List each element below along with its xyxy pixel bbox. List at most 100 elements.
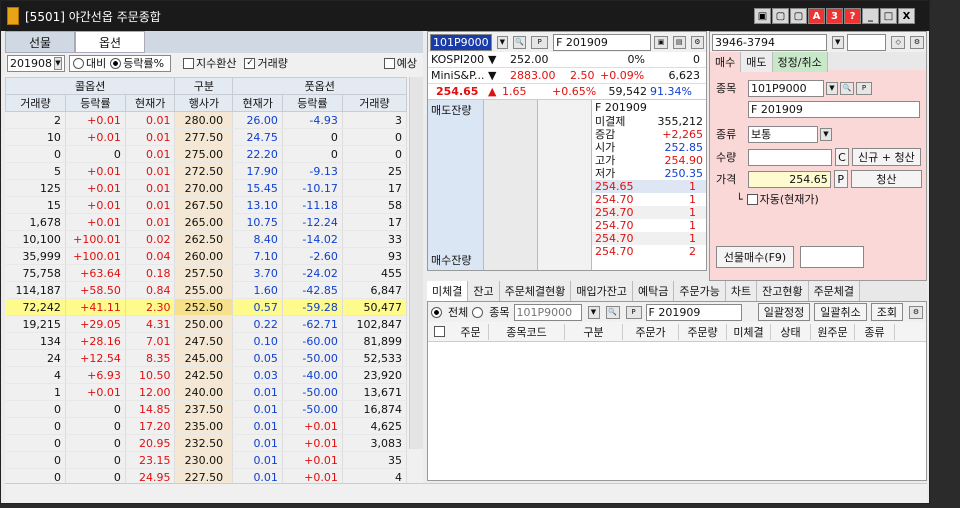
price-level-row[interactable]: 254.70 1 xyxy=(592,219,706,232)
help-icon[interactable]: ? xyxy=(844,8,861,24)
search-icon[interactable]: 🔍 xyxy=(512,35,527,49)
pin-icon[interactable]: P xyxy=(531,35,549,49)
table-row[interactable]: 10 +0.01 0.01 277.50 24.75 0 0 xyxy=(5,128,408,146)
search-icon[interactable]: 🔍 xyxy=(605,305,620,319)
tab-bottom[interactable]: 잔고 xyxy=(468,281,500,301)
chevron-down-icon[interactable]: ▼ xyxy=(820,127,832,141)
new-settle-button[interactable]: 신규 + 청산 xyxy=(852,148,921,166)
table-row[interactable]: 0 0 23.15 230.00 0.01 +0.01 35 xyxy=(5,451,408,469)
gear-icon[interactable]: ⚙ xyxy=(690,35,704,49)
index-convert-checkbox[interactable]: 지수환산 xyxy=(183,55,236,71)
minimize-button[interactable]: _ xyxy=(862,8,879,24)
search-icon[interactable]: 🔍 xyxy=(840,81,854,95)
password-field[interactable] xyxy=(846,33,887,51)
radio-all[interactable] xyxy=(431,306,442,318)
table-row[interactable]: 0 0 17.20 235.00 0.01 +0.01 4,625 xyxy=(5,417,408,435)
select-all-checkbox[interactable] xyxy=(434,326,445,337)
tab-bottom[interactable]: 매입가잔고 xyxy=(571,281,633,301)
col-header: 등락률 xyxy=(281,94,343,112)
table-row[interactable]: 114,187 +58.50 0.84 255.00 1.60 -42.85 6,847 xyxy=(5,281,408,299)
settle-button[interactable]: 청산 xyxy=(850,170,922,188)
query-button[interactable]: 조회 xyxy=(870,303,903,321)
table-row[interactable]: 1 +0.01 12.00 240.00 0.01 -50.00 13,671 xyxy=(5,383,408,401)
chevron-down-icon[interactable]: ▼ xyxy=(826,81,838,95)
tab-bottom[interactable]: 미체결 xyxy=(427,281,469,301)
bulk-cancel-button[interactable]: 일괄취소 xyxy=(814,303,867,321)
tile-icon[interactable]: ▢ xyxy=(790,8,807,24)
bulk-modify-button[interactable]: 일괄정정 xyxy=(757,303,811,321)
auto-price-checkbox[interactable]: └ 자동(현재가) xyxy=(736,190,922,208)
account-select[interactable]: 3946-3794 xyxy=(712,33,827,51)
table-row[interactable]: 10,100 +100.01 0.02 262.50 8.40 -14.02 33 xyxy=(5,230,408,248)
table-row[interactable]: 72,242 +41.11 2.30 252.50 0.57 -59.28 50,477 xyxy=(5,298,408,316)
tab-futures[interactable]: 선물 xyxy=(5,31,75,53)
chevron-down-icon[interactable]: ▼ xyxy=(488,53,510,66)
radio-rate[interactable] xyxy=(110,57,122,69)
buy-qty-field[interactable] xyxy=(800,246,864,268)
table-row[interactable]: 0 0 14.85 237.50 0.01 -50.00 16,874 xyxy=(5,400,408,418)
radio-compare[interactable] xyxy=(73,57,84,69)
layout-icon[interactable]: ▣ xyxy=(754,8,771,24)
tab-options[interactable]: 옵션 xyxy=(75,31,145,53)
price-input[interactable]: 254.65 xyxy=(747,170,831,188)
table-row[interactable]: 134 +28.16 7.01 247.50 0.10 -60.00 81,899 xyxy=(5,332,408,350)
price-level-row[interactable]: 254.70 1 xyxy=(592,193,706,206)
price-level-row[interactable]: 254.70 1 xyxy=(592,232,706,245)
radio-item[interactable] xyxy=(472,306,484,318)
tab-bottom[interactable]: 주문가능 xyxy=(674,281,726,301)
table-row[interactable]: 24 +12.54 8.35 245.00 0.05 -50.00 52,533 xyxy=(5,349,408,367)
chevron-down-icon[interactable]: ▼ xyxy=(54,56,62,70)
qty-input[interactable] xyxy=(748,148,832,166)
table-row[interactable]: 75,758 +63.64 0.18 257.50 3.70 -24.02 455 xyxy=(5,264,408,282)
tab-buy[interactable]: 매수 xyxy=(710,52,742,72)
table-row[interactable]: 1,678 +0.01 0.01 265.00 10.75 -12.24 17 xyxy=(5,213,408,231)
eraser-icon[interactable]: ◇ xyxy=(891,35,906,49)
item-code-select[interactable]: 101P9000 xyxy=(748,79,824,97)
gear-icon[interactable]: ⚙ xyxy=(909,305,923,319)
tab-bottom[interactable]: 잔고현황 xyxy=(757,281,809,301)
price-p-button[interactable]: P xyxy=(833,170,848,188)
futures-buy-button[interactable]: 선물매수(F9) xyxy=(716,246,794,268)
table-row[interactable]: 125 +0.01 0.01 270.00 15.45 -10.17 17 xyxy=(5,179,408,197)
close-button[interactable]: X xyxy=(898,8,915,24)
price-level-row[interactable]: 254.65 1 xyxy=(592,180,706,193)
chevron-down-icon[interactable]: ▼ xyxy=(496,35,508,49)
table-row[interactable]: 2 +0.01 0.01 280.00 26.00 -4.93 3 xyxy=(5,111,408,129)
tab-modify[interactable]: 정정/취소 xyxy=(772,52,828,72)
clear-button[interactable]: C xyxy=(835,148,849,166)
table-row[interactable]: 35,999 +100.01 0.04 260.00 7.10 -2.60 93 xyxy=(5,247,408,265)
table-row[interactable]: 0 0 20.95 232.50 0.01 +0.01 3,083 xyxy=(5,434,408,452)
expect-checkbox[interactable]: 예상 xyxy=(383,55,417,71)
table-row[interactable]: 15 +0.01 0.01 267.50 13.10 -11.18 58 xyxy=(5,196,408,214)
tab-bottom[interactable]: 차트 xyxy=(725,281,758,301)
volume-checkbox[interactable]: ✓ 거래량 xyxy=(244,55,288,71)
chevron-down-icon[interactable]: ▼ xyxy=(587,305,600,319)
font-icon[interactable]: A xyxy=(808,8,825,24)
pin-icon[interactable]: P xyxy=(856,81,872,95)
type-select[interactable]: 보통 xyxy=(748,125,818,143)
lock-icon[interactable]: ▤ xyxy=(672,35,686,49)
table-row[interactable]: 4 +6.93 10.50 242.50 0.03 -40.00 23,920 xyxy=(5,366,408,384)
window-icon[interactable]: ▢ xyxy=(772,8,789,24)
table-row[interactable]: 19,215 +29.05 4.31 250.00 0.22 -62.71 102,847 xyxy=(5,315,408,333)
copy-icon[interactable]: ▣ xyxy=(654,35,668,49)
price-level-row[interactable]: 254.70 1 xyxy=(592,206,706,219)
code-select[interactable]: 101P9000 xyxy=(430,33,492,51)
chevron-down-icon[interactable]: ▼ xyxy=(831,35,844,49)
tab-sell[interactable]: 매도 xyxy=(741,52,773,72)
month-select[interactable]: 201908 ▼ xyxy=(7,54,65,72)
option-scrollbar[interactable] xyxy=(409,77,423,449)
table-row[interactable]: 0 0 0.01 275.00 22.20 0 0 xyxy=(5,145,408,163)
gear-icon[interactable]: ⚙ xyxy=(910,35,924,49)
number-icon[interactable]: 3 xyxy=(826,8,843,24)
maximize-button[interactable]: □ xyxy=(880,8,897,24)
price-label: 가격 xyxy=(716,173,737,186)
chevron-down-icon[interactable]: ▼ xyxy=(488,69,510,82)
tab-bottom[interactable]: 주문체결현황 xyxy=(499,281,572,301)
table-row[interactable]: 5 +0.01 0.01 272.50 17.90 -9.13 25 xyxy=(5,162,408,180)
tab-bottom[interactable]: 주문체결 xyxy=(808,281,861,301)
price-level-row[interactable]: 254.70 2 xyxy=(592,245,706,258)
orders-code-select[interactable]: 101P9000 xyxy=(513,303,582,321)
tab-bottom[interactable]: 예탁금 xyxy=(632,281,675,301)
pin-icon[interactable]: P xyxy=(625,305,642,319)
